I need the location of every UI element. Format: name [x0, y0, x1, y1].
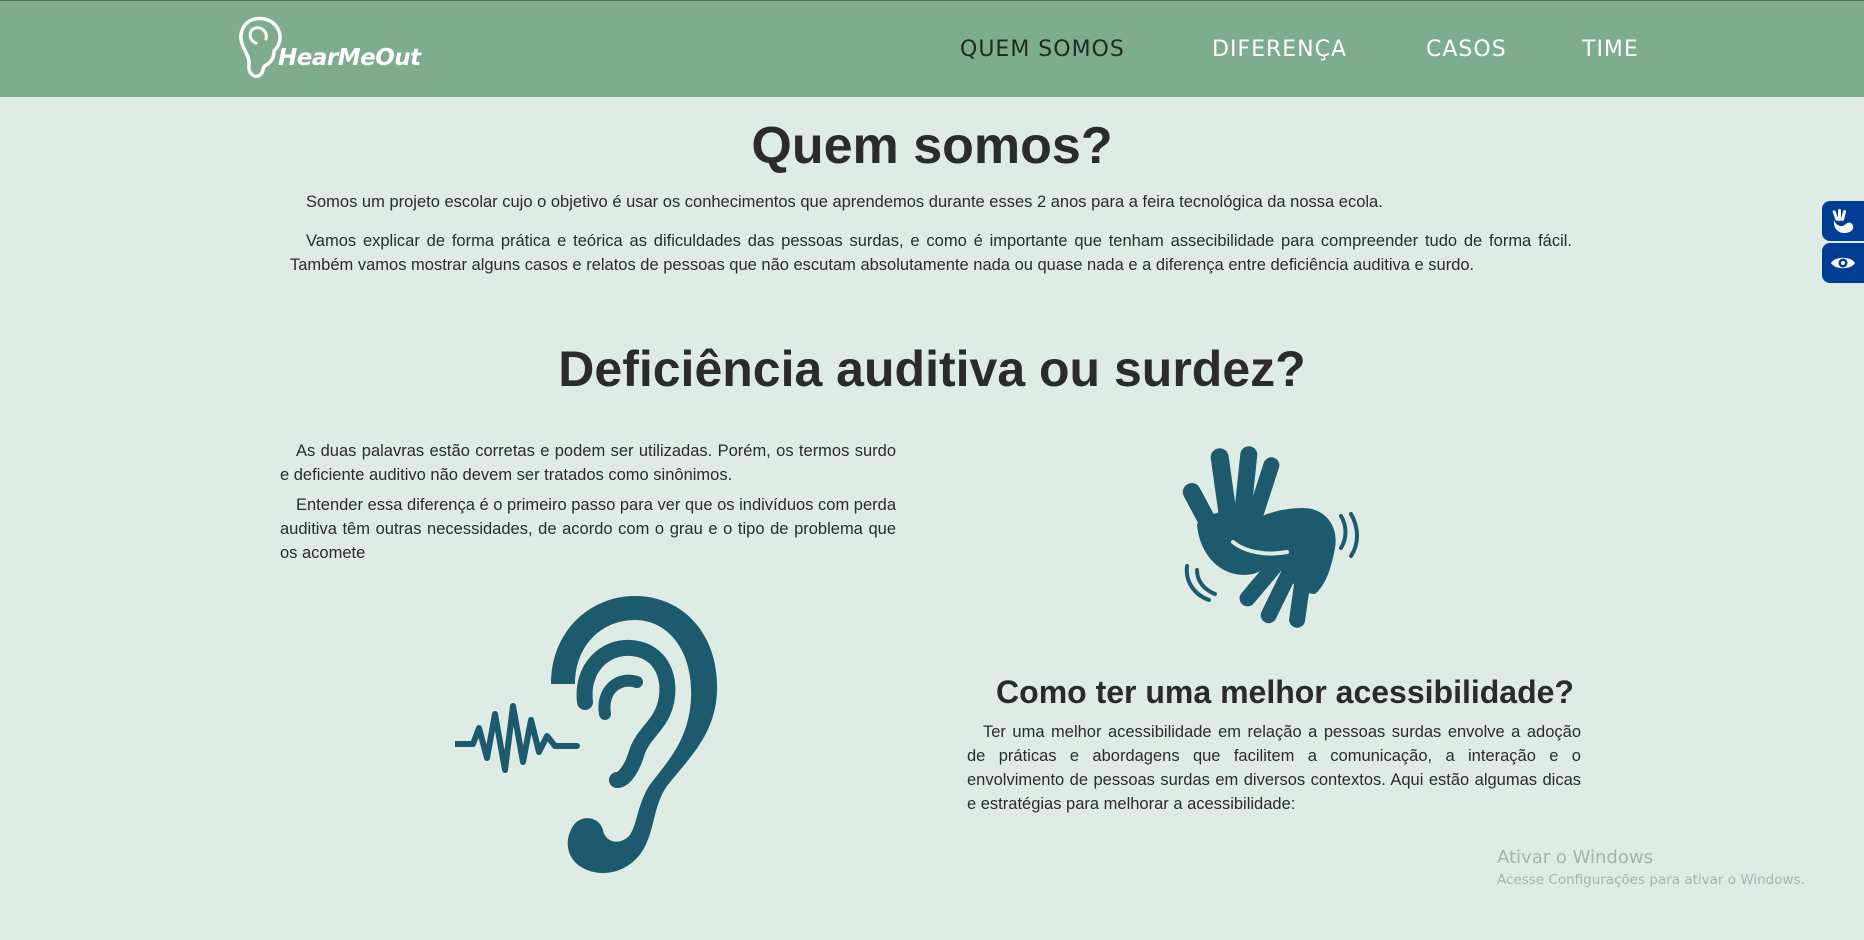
section-title-acessibilidade: Como ter uma melhor acessibilidade? — [996, 674, 1574, 710]
nav-casos[interactable]: CASOS — [1426, 37, 1507, 62]
nav-diferenca[interactable]: DIFERENÇA — [1212, 37, 1347, 62]
watermark-subtitle: Acesse Configurações para ativar o Windo… — [1497, 872, 1805, 888]
hearmeout-logo[interactable]: HearMeOut — [238, 15, 421, 81]
logo-text: HearMeOut — [278, 45, 421, 71]
section-title-deficiencia: Deficiência auditiva ou surdez? — [558, 341, 1306, 397]
quem-somos-paragraph-1: Somos um projeto escolar cujo o objetivo… — [306, 193, 1383, 211]
quem-somos-paragraph-2: Vamos explicar de forma prática e teóric… — [290, 232, 1572, 274]
acessibilidade-paragraph: Ter uma melhor acessibilidade em relação… — [967, 723, 1581, 813]
section-title-quem-somos: Quem somos? — [751, 117, 1113, 175]
windows-activation-watermark: Ativar o Windows Acesse Configurações pa… — [1497, 847, 1805, 888]
watermark-title: Ativar o Windows — [1497, 847, 1653, 868]
ear-sound-wave-icon — [452, 594, 725, 883]
sign-language-button[interactable] — [1822, 201, 1864, 241]
accessibility-side-panel — [1822, 201, 1864, 285]
eye-icon — [1831, 257, 1855, 269]
site-header: HearMeOut QUEM SOMOS DIFERENÇA CASOS TIM… — [0, 0, 1864, 97]
sign-language-hands-icon — [1175, 444, 1359, 635]
deficiencia-paragraph-1: As duas palavras estão corretas e podem … — [280, 442, 896, 484]
sign-language-icon — [1832, 209, 1854, 233]
nav-time[interactable]: TIME — [1582, 37, 1639, 62]
visual-accessibility-button[interactable] — [1822, 243, 1864, 283]
deficiencia-paragraph-2: Entender essa diferença é o primeiro pas… — [280, 496, 896, 562]
nav-quem-somos[interactable]: QUEM SOMOS — [960, 37, 1125, 62]
